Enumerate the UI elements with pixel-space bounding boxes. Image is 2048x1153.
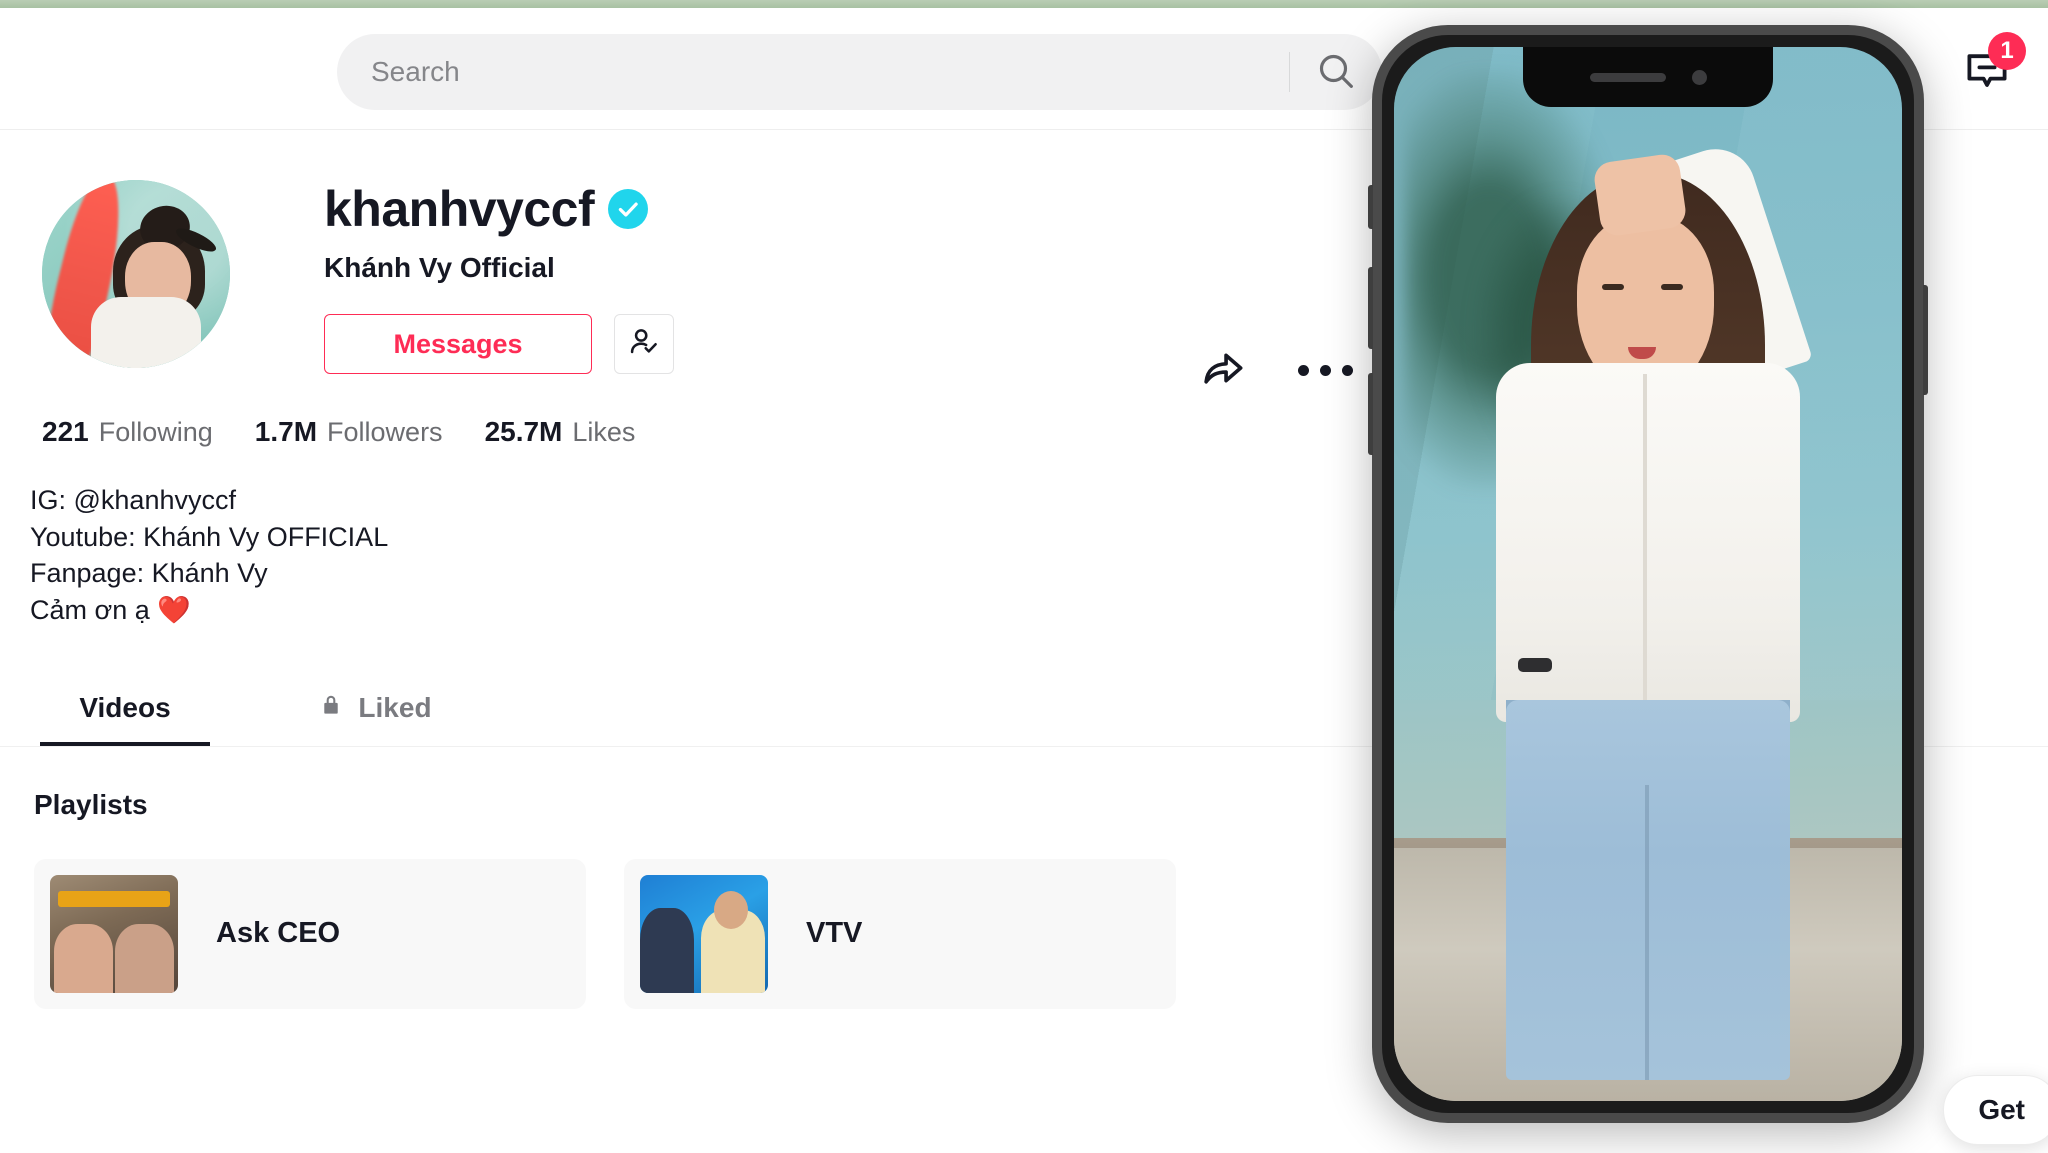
search-icon bbox=[1316, 51, 1356, 94]
search-bar[interactable] bbox=[337, 34, 1382, 110]
search-button[interactable] bbox=[1290, 34, 1382, 110]
speaker-grille-icon bbox=[1589, 72, 1666, 82]
person-check-icon bbox=[627, 325, 661, 364]
tab-liked-label: Liked bbox=[358, 692, 432, 724]
stat-likes-value: 25.7M bbox=[484, 416, 563, 447]
front-camera-icon bbox=[1691, 69, 1707, 85]
stat-following-label: Following bbox=[98, 417, 213, 447]
get-app-label: Get bbox=[1978, 1094, 2025, 1125]
page-title: khanhvyccf bbox=[324, 181, 595, 237]
stat-followers-value: 1.7M bbox=[254, 416, 318, 447]
playlist-name: VTV bbox=[806, 917, 863, 950]
following-status-button[interactable] bbox=[614, 314, 674, 374]
verified-check-icon bbox=[608, 189, 649, 229]
avatar[interactable] bbox=[42, 180, 230, 368]
stat-following-value: 221 bbox=[42, 416, 89, 447]
notifications-button[interactable]: 1 bbox=[1952, 32, 2026, 108]
playlist-card[interactable]: Ask CEO bbox=[34, 858, 586, 1009]
phone-notch bbox=[1523, 47, 1773, 107]
tab-videos[interactable]: Videos bbox=[0, 670, 250, 747]
tab-videos-label: Videos bbox=[79, 692, 171, 724]
phone-volume-down-button bbox=[1368, 373, 1373, 455]
playlist-card[interactable]: VTV bbox=[624, 858, 1176, 1009]
messages-button[interactable]: Messages bbox=[324, 314, 592, 374]
playlist-thumbnail bbox=[50, 874, 178, 993]
tiktok-profile-page: 1 khanhvyccf bbox=[0, 0, 2048, 1153]
phone-screen[interactable] bbox=[1394, 47, 1902, 1101]
avatar-body bbox=[90, 296, 201, 368]
phone-video-frame bbox=[1394, 47, 1902, 1101]
more-options-button[interactable] bbox=[1298, 365, 1353, 376]
notification-badge: 1 bbox=[1988, 32, 2026, 70]
get-app-button[interactable]: Get bbox=[1943, 1075, 2048, 1145]
stat-likes[interactable]: 25.7M Likes bbox=[485, 416, 636, 448]
stat-likes-label: Likes bbox=[572, 417, 636, 447]
share-arrow-icon bbox=[1200, 345, 1246, 396]
profile-header-icons bbox=[1200, 345, 1353, 396]
top-accent-strip bbox=[0, 0, 2048, 8]
more-dots-icon bbox=[1298, 365, 1353, 376]
search-input[interactable] bbox=[337, 56, 1289, 88]
tab-liked[interactable]: Liked bbox=[250, 670, 500, 746]
phone-power-button bbox=[1923, 285, 1928, 395]
stat-followers[interactable]: 1.7M Followers bbox=[255, 416, 443, 448]
stat-followers-label: Followers bbox=[327, 417, 443, 447]
lock-icon bbox=[318, 692, 344, 725]
phone-mute-button bbox=[1368, 185, 1373, 229]
playlist-thumbnail bbox=[640, 874, 768, 993]
stat-following[interactable]: 221 Following bbox=[42, 416, 213, 448]
phone-mockup-overlay bbox=[1368, 25, 1928, 1123]
share-button[interactable] bbox=[1200, 345, 1246, 396]
playlist-name: Ask CEO bbox=[216, 917, 341, 950]
phone-volume-up-button bbox=[1368, 267, 1373, 349]
